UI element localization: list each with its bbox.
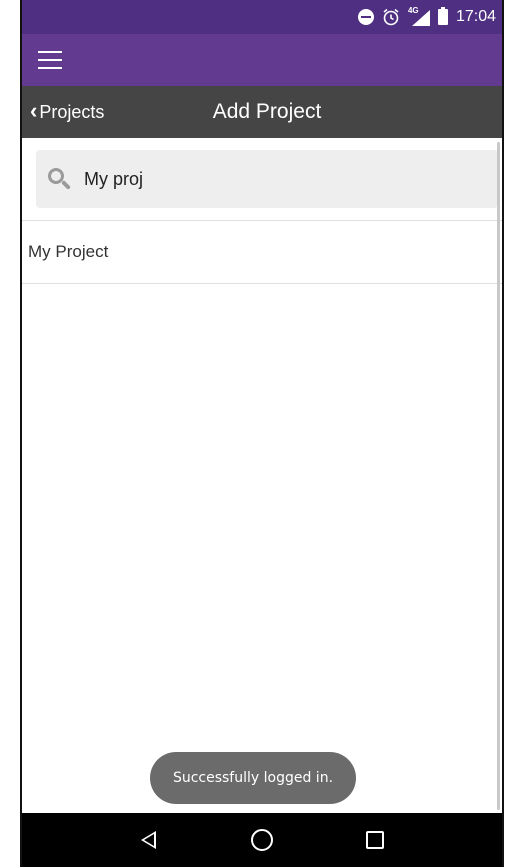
search-bar [36,150,498,208]
alarm-icon [382,8,400,26]
do-not-disturb-icon [357,9,374,25]
home-icon [250,829,273,851]
system-navigation-bar [22,813,502,867]
navigation-bar: ‹ Projects Add Project [22,86,502,138]
main-content: My Project Successfully logged in. [22,138,502,813]
back-icon [141,831,157,849]
divider [22,283,502,284]
scrollbar[interactable] [497,142,500,810]
menu-icon[interactable] [36,48,64,72]
recents-icon [366,831,385,849]
toast-message: Successfully logged in. [150,752,356,804]
app-window: 4G 17:04 ‹ Projects Add Project My proj … [20,0,504,867]
system-back-button[interactable] [129,820,169,860]
battery-icon [437,7,448,25]
system-recents-button[interactable] [355,820,395,860]
list-item[interactable]: My Project [22,221,502,283]
page-title: Add Project [212,100,322,123]
device-screen: 4G 17:04 ‹ Projects Add Project My proj … [0,0,520,867]
app-bar [22,34,502,86]
search-input[interactable] [84,168,464,190]
status-time: 17:04 [455,8,496,25]
system-home-button[interactable] [242,820,282,860]
search-icon [46,166,72,192]
signal-icon: 4G [408,6,430,26]
status-bar: 4G 17:04 [22,0,502,34]
